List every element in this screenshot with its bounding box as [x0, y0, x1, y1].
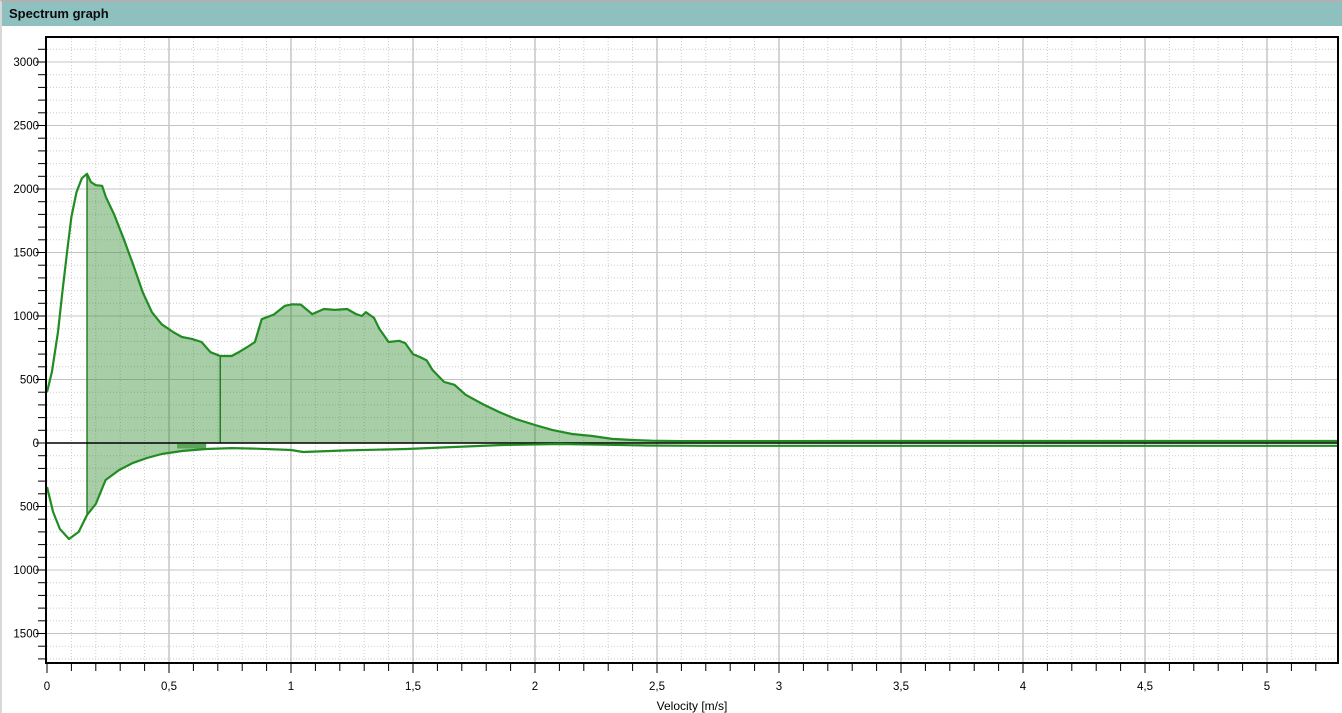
- area-fill: [87, 174, 1338, 515]
- x-tick-label: 4: [1020, 681, 1027, 693]
- spectrum-chart[interactable]: 0 0,5 1 1,5 2 2,5 3 3,5 4 4,5 5 3000 2500 2000 1500 100…: [2, 28, 1342, 713]
- x-tick-label: 5: [1264, 681, 1270, 693]
- y-tick-label: 500: [20, 375, 39, 387]
- x-axis-title: Velocity [m/s]: [657, 699, 728, 713]
- x-tick-labels: 0 0,5 1 1,5 2 2,5 3 3,5 4 4,5 5: [44, 681, 1270, 693]
- y-tick-label: 1000: [13, 565, 39, 577]
- selection-handle[interactable]: [177, 444, 206, 449]
- x-tick-label: 0: [44, 681, 50, 693]
- window-title-bar[interactable]: Spectrum graph: [2, 2, 1342, 26]
- x-tick-label: 0,5: [161, 681, 177, 693]
- x-tick-label: 3,5: [893, 681, 909, 693]
- window-title: Spectrum graph: [9, 6, 109, 21]
- y-tick-labels: 3000 2500 2000 1500 1000 500 0 500 1000 1500: [13, 57, 39, 641]
- x-tick-label: 1,5: [405, 681, 421, 693]
- y-tick-label: 0: [33, 438, 39, 450]
- x-tick-label: 4,5: [1137, 681, 1153, 693]
- y-tick-label: 2000: [13, 184, 39, 196]
- chart-area: 0 0,5 1 1,5 2 2,5 3 3,5 4 4,5 5 3000 2500 2000 1500 100…: [2, 28, 1342, 713]
- x-tick-label: 1: [288, 681, 294, 693]
- spectrum-graph-window: Spectrum graph 0 0,5 1 1,5 2 2,5 3 3,5 4 4,5 5 3000…: [0, 0, 1342, 713]
- y-tick-label: 3000: [13, 57, 39, 69]
- y-tick-label: 1500: [13, 248, 39, 260]
- x-tick-label: 2: [532, 681, 538, 693]
- x-tick-label: 2,5: [649, 681, 665, 693]
- y-tick-label: 500: [20, 502, 39, 514]
- plot-border: [46, 37, 1338, 663]
- y-tick-label: 1500: [13, 629, 39, 641]
- spectrum-lower-curve: [47, 444, 1338, 539]
- y-tick-label: 1000: [13, 311, 39, 323]
- y-tick-label: 2500: [13, 121, 39, 133]
- x-tick-label: 3: [776, 681, 782, 693]
